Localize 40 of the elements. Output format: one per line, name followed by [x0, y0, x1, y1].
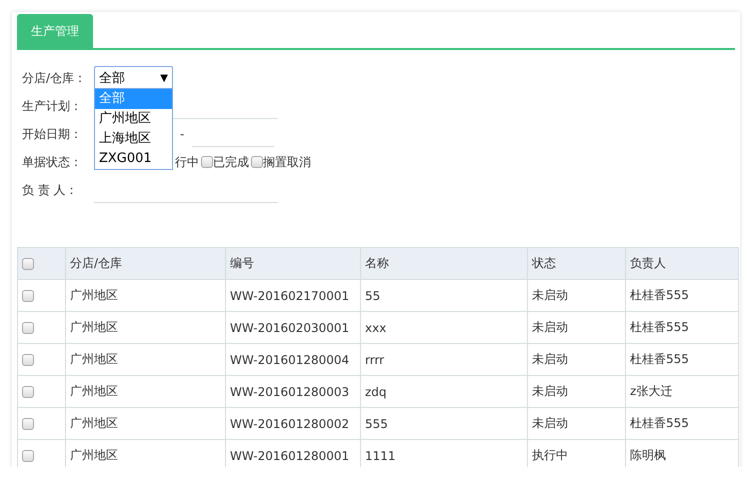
table-cell: 杜桂香555 — [626, 344, 738, 376]
column-header: 分店/仓库 — [66, 248, 226, 280]
table-cell: WW-201601280004 — [226, 344, 360, 376]
table-cell: WW-201602170001 — [226, 280, 360, 312]
field-label: 生产计划： — [21, 98, 83, 114]
column-header: 编号 — [226, 248, 360, 280]
field-label: 分店/仓库： — [21, 70, 88, 86]
table-cell: 未启动 — [528, 376, 626, 408]
status-option-label: 已完成 — [213, 154, 249, 170]
column-header: 状态 — [528, 248, 626, 280]
table-cell: 广州地区 — [66, 280, 226, 312]
table-cell: xxx — [360, 312, 528, 344]
column-header: 负责人 — [626, 248, 738, 280]
table-cell: 55 — [360, 280, 528, 312]
status-option-label: 行中 — [175, 154, 199, 170]
caret-icon: ▼ — [160, 72, 168, 84]
table-cell: 未启动 — [528, 312, 626, 344]
table-cell: WW-201601280002 — [226, 408, 360, 440]
field-label: 单据状态： — [21, 154, 83, 170]
column-header: 名称 — [360, 248, 528, 280]
table-cell: 杜桂香555 — [626, 312, 738, 344]
table-cell: zdq — [360, 376, 528, 408]
table-cell: 未启动 — [528, 280, 626, 312]
table-cell: 广州地区 — [66, 408, 226, 440]
table-cell: 555 — [360, 408, 528, 440]
date-separator: - — [180, 127, 184, 141]
table-cell: 广州地区 — [66, 344, 226, 376]
table-cell: 广州地区 — [66, 312, 226, 344]
field-label: 负 责 人： — [21, 182, 79, 198]
table-cell: 杜桂香555 — [626, 280, 738, 312]
table-cell: 未启动 — [528, 344, 626, 376]
table-cell: rrrr — [360, 344, 528, 376]
table-cell: 未启动 — [528, 408, 626, 440]
table-cell: 广州地区 — [66, 376, 226, 408]
table-cell: WW-201602030001 — [226, 312, 360, 344]
status-option-label: 搁置取消 — [263, 154, 311, 170]
table-cell: 杜桂香555 — [626, 408, 738, 440]
table-cell: WW-201601280003 — [226, 376, 360, 408]
field-label: 开始日期： — [21, 126, 83, 142]
table-cell: z张大迁 — [626, 376, 738, 408]
